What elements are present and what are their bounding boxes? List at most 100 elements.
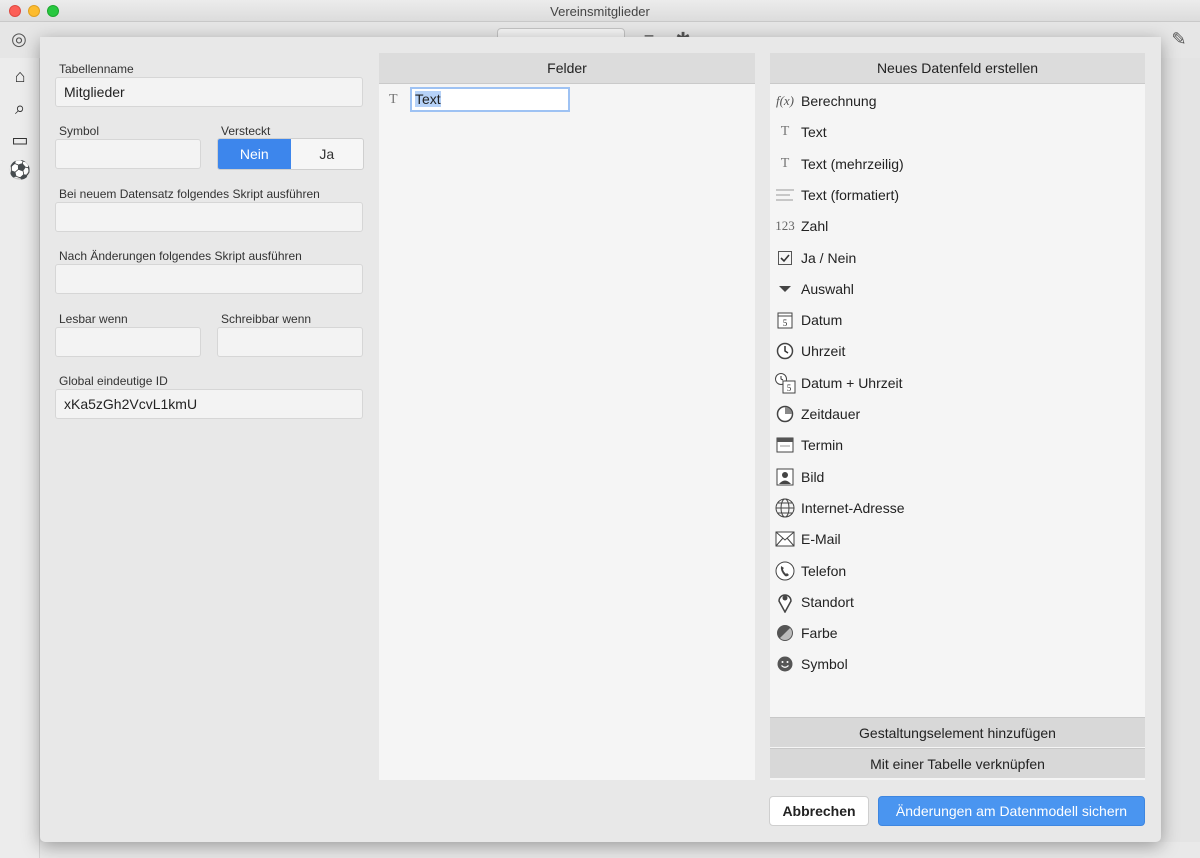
wrench-icon[interactable]: ✎ [1168, 28, 1190, 50]
field-type-label: Bild [801, 468, 825, 485]
fields-panel-header: Felder [379, 53, 755, 84]
field-type-berechnung[interactable]: f(x) Berechnung [770, 86, 1144, 114]
calendar-icon: 5 [774, 309, 796, 331]
hidden-option-no[interactable]: Nein [218, 139, 291, 169]
link-table-button[interactable]: Mit einer Tabelle verknüpfen [770, 748, 1145, 778]
add-layout-element-button[interactable]: Gestaltungselement hinzufügen [770, 717, 1145, 747]
field-type-datum-uhrzeit[interactable]: 5 Datum + Uhrzeit [770, 368, 1144, 396]
field-type-ja-nein[interactable]: Ja / Nein [770, 243, 1144, 271]
clock-icon [774, 340, 796, 362]
field-type-telefon[interactable]: Telefon [770, 556, 1144, 584]
envelope-icon [774, 528, 796, 550]
background-table-footer [40, 842, 1200, 858]
dropdown-icon [774, 278, 796, 300]
field-type-label: Symbol [801, 656, 848, 673]
writable-field[interactable] [217, 327, 363, 357]
field-type-e-mail[interactable]: E-Mail [770, 524, 1144, 552]
function-icon: f(x) [775, 93, 795, 108]
fields-panel: Felder T Text [379, 53, 755, 780]
field-type-label: Berechnung [801, 93, 877, 109]
app-menu-icon[interactable]: ◎ [8, 28, 30, 50]
new-record-script-field[interactable] [55, 202, 363, 232]
globe-icon [774, 497, 796, 519]
field-type-label: Termin [801, 437, 844, 454]
window-title: Vereinsmitglieder [550, 4, 650, 19]
location-pin-icon [774, 591, 796, 613]
field-type-text-mehrzeilig[interactable]: T Text (mehrzeilig) [770, 149, 1144, 177]
table-settings-sheet: Tabellenname Mitglieder Symbol Versteckt… [40, 37, 1161, 842]
global-id-field[interactable]: xKa5zGh2VcvL1kmU [55, 389, 363, 419]
color-icon [774, 622, 796, 644]
field-type-label: Auswahl [801, 280, 854, 297]
cancel-button[interactable]: Abbrechen [769, 796, 869, 826]
svg-text:5: 5 [783, 318, 788, 328]
field-type-label: Standort [801, 593, 854, 610]
text-icon: T [780, 124, 790, 140]
field-type-datum[interactable]: 5 Datum [770, 305, 1144, 333]
field-type-uhrzeit[interactable]: Uhrzeit [770, 336, 1144, 364]
table-name-field[interactable]: Mitglieder [55, 77, 363, 107]
svg-text:5: 5 [787, 383, 792, 393]
global-id-label: Global eindeutige ID [59, 374, 168, 388]
symbol-field[interactable] [55, 139, 201, 169]
save-data-model-button[interactable]: Änderungen am Datenmodell sichern [878, 796, 1145, 826]
field-name-selection: Text [415, 91, 441, 107]
field-type-label: Telefon [801, 562, 847, 579]
field-type-label: Zahl [801, 218, 829, 235]
duration-icon [774, 403, 796, 425]
multiline-text-icon: T [780, 155, 790, 171]
image-icon [774, 466, 796, 488]
smiley-icon [774, 653, 796, 675]
text-field-type-icon: T [389, 92, 398, 107]
field-type-label: Zeitdauer [801, 406, 861, 422]
field-type-label: E-Mail [801, 531, 841, 548]
table-name-label: Tabellenname [59, 62, 134, 76]
checkbox-icon [774, 247, 796, 269]
field-type-label: Datum + Uhrzeit [801, 374, 903, 391]
field-type-zahl[interactable]: 123 Zahl [770, 211, 1144, 239]
symbol-label: Symbol [59, 124, 100, 138]
home-icon[interactable]: ⌂ [8, 64, 32, 88]
field-type-text[interactable]: T Text [770, 117, 1144, 145]
field-type-zeitdauer[interactable]: Zeitdauer [770, 399, 1144, 427]
new-record-script-label: Bei neuem Datensatz folgendes Skript aus… [59, 187, 320, 201]
hidden-option-yes[interactable]: Ja [291, 139, 364, 169]
hidden-label: Versteckt [221, 124, 271, 138]
search-icon[interactable]: ⌕ [8, 96, 32, 120]
field-row[interactable]: T Text [379, 87, 755, 113]
field-type-auswahl[interactable]: Auswahl [770, 274, 1144, 302]
field-type-label: Datum [801, 312, 843, 329]
field-type-standort[interactable]: Standort [770, 587, 1144, 615]
field-type-text-formatiert[interactable]: Text (formatiert) [770, 180, 1144, 208]
formatted-text-icon [774, 184, 796, 206]
field-type-label: Text [801, 124, 827, 141]
after-change-script-field[interactable] [55, 264, 363, 294]
readable-field[interactable] [55, 327, 201, 357]
field-type-farbe[interactable]: Farbe [770, 618, 1144, 646]
field-type-bild[interactable]: Bild [770, 462, 1144, 490]
readable-label: Lesbar wenn [59, 312, 128, 326]
writable-label: Schreibbar wenn [221, 312, 312, 326]
appointment-icon [774, 434, 796, 456]
field-type-label: Text (formatiert) [801, 186, 900, 203]
field-type-label: Farbe [801, 625, 838, 642]
date-time-icon: 5 [774, 372, 796, 394]
soccer-ball-icon[interactable]: ⚽ [8, 158, 32, 182]
window-titlebar: Vereinsmitglieder [0, 0, 1200, 22]
field-type-symbol[interactable]: Symbol [770, 649, 1144, 677]
field-type-label: Internet-Adresse [801, 499, 905, 516]
field-name-input[interactable]: Text [410, 87, 570, 112]
background-sidebar: ⌂ ⌕ ▭ ⚽ [0, 58, 40, 858]
field-type-termin[interactable]: Termin [770, 430, 1144, 458]
window-icon[interactable]: ▭ [8, 128, 32, 152]
field-type-label: Ja / Nein [801, 249, 857, 266]
field-type-label: Text (mehrzeilig) [801, 155, 904, 172]
hidden-segmented-control: Nein Ja [217, 138, 364, 170]
create-field-panel-header: Neues Datenfeld erstellen [770, 53, 1145, 84]
phone-icon [774, 560, 796, 582]
field-type-label: Uhrzeit [801, 343, 846, 360]
number-icon: 123 [775, 218, 795, 234]
field-type-internet-adresse[interactable]: Internet-Adresse [770, 493, 1144, 521]
after-change-script-label: Nach Änderungen folgendes Skript ausführ… [59, 249, 302, 263]
create-field-panel: Neues Datenfeld erstellen f(x) Berechnung… [770, 53, 1145, 780]
